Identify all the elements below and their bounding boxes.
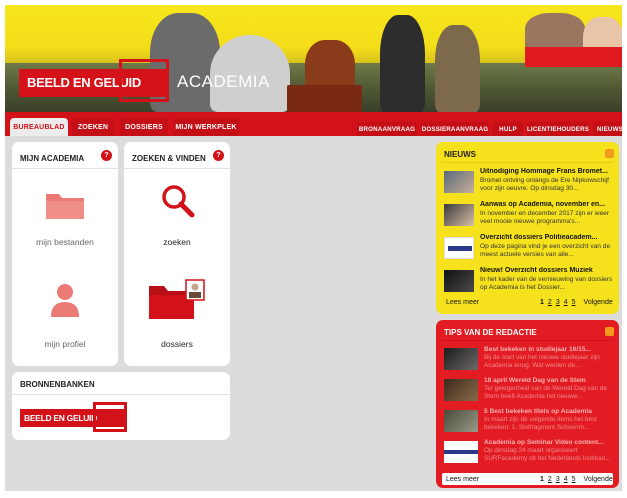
news-thumbnail xyxy=(444,270,474,292)
tip-title[interactable]: 5 Best bekeken titels op Academia xyxy=(484,408,614,415)
academia-title: ACADEMIA xyxy=(177,72,270,91)
tips-panel: TIPS VAN DE REDACTIE Best bekeken in stu… xyxy=(436,320,619,488)
panel-title: TIPS VAN DE REDACTIE xyxy=(444,328,537,337)
banner-figure xyxy=(435,25,480,112)
tip-item[interactable]: 5 Best bekeken titels op Academia In maa… xyxy=(442,408,614,438)
mijn-academia-panel: MIJN ACADEMIA ? mijn bestanden mijn prof… xyxy=(12,142,118,366)
page-link[interactable]: 1 xyxy=(540,476,544,483)
tip-title[interactable]: 18 april Wereld Dag van de Stem xyxy=(484,377,614,384)
tip-item[interactable]: Academia op Seminar Video content... Op … xyxy=(442,439,614,469)
tip-summary: Ter gelegenheid van de Wereld Dag van de… xyxy=(484,385,607,400)
mijn-bestanden-tile[interactable]: mijn bestanden xyxy=(12,172,118,262)
pagination: 1 2 3 4 5 Volgende xyxy=(540,299,613,306)
folder-icon xyxy=(46,194,84,219)
panel-title: NIEUWS xyxy=(444,150,476,159)
news-title[interactable]: Nieuw! Overzicht dossiers Muziek xyxy=(480,267,614,274)
tab-mijn-werkplek[interactable]: MIJN WERKPLEK xyxy=(173,118,239,136)
tab-bronaanvraag[interactable]: BRONAANVRAAG xyxy=(357,122,417,136)
help-icon[interactable]: ? xyxy=(213,150,224,161)
nieuws-panel: NIEUWS Uitnodiging Hommage Frans Bromet.… xyxy=(436,142,619,314)
tip-title[interactable]: Academia op Seminar Video content... xyxy=(484,439,614,446)
news-item[interactable]: Nieuw! Overzicht dossiers Muziek In het … xyxy=(442,267,614,299)
tab-bureaublad[interactable]: BUREAUBLAD xyxy=(10,118,68,136)
pagination: 1 2 3 4 5 Volgende xyxy=(540,476,613,483)
tab-licentiehouders[interactable]: LICENTIEHOUDERS xyxy=(527,122,589,136)
mijn-profiel-tile[interactable]: mijn profiel xyxy=(12,272,118,362)
page-link[interactable]: 4 xyxy=(564,299,568,306)
page-link[interactable]: 1 xyxy=(540,299,544,306)
tip-item[interactable]: 18 april Wereld Dag van de Stem Ter gele… xyxy=(442,377,614,407)
panel-title: BRONNENBANKEN xyxy=(20,380,95,389)
banner-podium xyxy=(287,85,362,112)
panel-title: ZOEKEN & VINDEN xyxy=(132,154,206,163)
news-thumbnail xyxy=(444,204,474,226)
tab-dossiers[interactable]: DOSSIERS xyxy=(120,118,168,136)
divider xyxy=(124,168,230,169)
tip-item[interactable]: Best bekeken in studiejaar 16/15... Bij … xyxy=(442,346,614,376)
tip-summary: Bij de start van het nieuwe studiejaar z… xyxy=(484,354,600,369)
tile-label: dossiers xyxy=(161,339,193,349)
tile-label: mijn bestanden xyxy=(36,237,94,247)
banner-red-strip xyxy=(525,47,622,67)
rss-icon[interactable] xyxy=(605,149,614,158)
news-thumbnail xyxy=(444,237,474,259)
next-page-link[interactable]: Volgende xyxy=(584,299,613,306)
banner-figure xyxy=(380,15,425,112)
divider xyxy=(12,168,118,169)
page-link[interactable]: 2 xyxy=(548,476,552,483)
page-link[interactable]: 4 xyxy=(564,476,568,483)
tip-thumbnail xyxy=(444,348,478,370)
next-page-link[interactable]: Volgende xyxy=(584,476,613,483)
page-link[interactable]: 5 xyxy=(572,299,576,306)
logo-square-outline xyxy=(119,59,169,102)
page-link[interactable]: 3 xyxy=(556,476,560,483)
lees-meer-link[interactable]: Lees meer xyxy=(446,299,479,306)
tip-summary: Op dinsdag 24 maart organiseert SURFacad… xyxy=(484,447,611,462)
page-link[interactable]: 3 xyxy=(556,299,560,306)
news-summary: Bromet ontving onlangs de Ere Nipkowschi… xyxy=(480,177,610,192)
page-link[interactable]: 2 xyxy=(548,299,552,306)
news-title[interactable]: Aanwas op Academia, november en... xyxy=(480,201,614,208)
lees-meer-link[interactable]: Lees meer xyxy=(446,476,479,483)
panel-title: MIJN ACADEMIA xyxy=(20,154,85,163)
news-summary: Op deze pagina vind je een overzicht van… xyxy=(480,243,611,258)
dossiers-tile[interactable]: dossiers xyxy=(124,272,230,362)
news-title[interactable]: Overzicht dossiers Politieacadem... xyxy=(480,234,614,241)
news-item[interactable]: Overzicht dossiers Politieacadem... Op d… xyxy=(442,234,614,266)
tab-hulp[interactable]: HULP xyxy=(493,122,523,136)
politie-logo-icon xyxy=(448,246,472,251)
help-icon[interactable]: ? xyxy=(101,150,112,161)
divider xyxy=(442,162,613,163)
news-item[interactable]: Uitnodiging Hommage Frans Bromet... Brom… xyxy=(442,168,614,200)
tip-title[interactable]: Best bekeken in studiejaar 16/15... xyxy=(484,346,614,353)
source-logo-box xyxy=(93,402,127,432)
header-banner: BEELD EN GELUID ACADEMIA xyxy=(5,5,622,112)
tip-thumbnail xyxy=(444,379,478,401)
search-icon xyxy=(162,185,195,218)
news-summary: In november en december 2017 zijn er wee… xyxy=(480,210,610,225)
tip-thumbnail xyxy=(444,410,478,432)
tab-zoeken[interactable]: ZOEKEN xyxy=(72,118,114,136)
tab-dossieraanvraag[interactable]: DOSSIERAANVRAAG xyxy=(421,122,489,136)
user-icon xyxy=(51,284,79,317)
dossier-folder-icon xyxy=(149,279,205,319)
tip-thumbnail xyxy=(444,441,478,463)
bronnenbanken-panel: BRONNENBANKEN BEELD EN GELUID xyxy=(12,372,230,440)
tab-nieuws[interactable]: NIEUWS xyxy=(593,122,622,136)
beeld-en-geluid-source-link[interactable]: BEELD EN GELUID xyxy=(20,402,130,434)
page-link[interactable]: 5 xyxy=(572,476,576,483)
news-title[interactable]: Uitnodiging Hommage Frans Bromet... xyxy=(480,168,614,175)
divider xyxy=(12,394,230,395)
source-logo-text: BEELD EN GELUID xyxy=(24,413,97,423)
news-item[interactable]: Aanwas op Academia, november en... In no… xyxy=(442,201,614,233)
zoeken-tile[interactable]: zoeken xyxy=(124,172,230,262)
tip-summary: In maart zijn de volgende items het best… xyxy=(484,416,597,431)
tile-label: mijn profiel xyxy=(44,339,86,349)
zoeken-vinden-panel: ZOEKEN & VINDEN ? zoeken dossiers xyxy=(124,142,230,366)
rss-icon[interactable] xyxy=(605,327,614,336)
divider xyxy=(442,340,613,341)
tile-label: zoeken xyxy=(163,237,191,247)
news-thumbnail xyxy=(444,171,474,193)
news-summary: In het kader van de vernieuwing van doss… xyxy=(480,276,613,291)
